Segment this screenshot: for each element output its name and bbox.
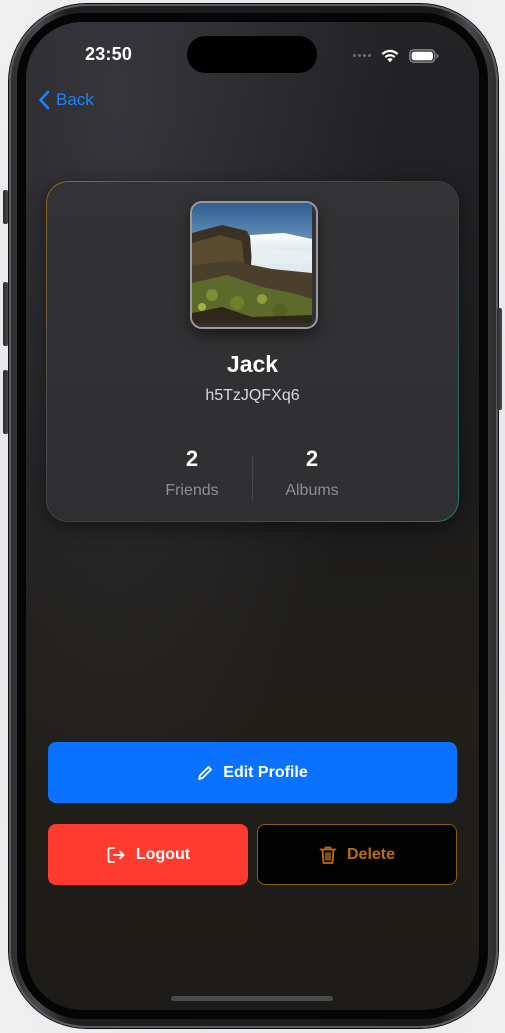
action-button <box>3 190 8 224</box>
stat-friends-label: Friends <box>165 482 219 499</box>
dynamic-island <box>187 36 317 73</box>
pencil-icon <box>198 765 213 780</box>
stat-albums-value: 2 <box>305 446 319 471</box>
app-screen: 23:50 Back Jack h5TzJQFXq6 2 Friends 2 A… <box>26 22 479 1010</box>
volume-up-button <box>3 282 8 346</box>
status-indicators <box>353 48 439 63</box>
cellular-signal-icon <box>353 54 371 57</box>
stat-albums[interactable]: 2 Albums <box>252 446 372 500</box>
stat-friends[interactable]: 2 Friends <box>132 446 252 500</box>
back-button[interactable]: Back <box>38 90 94 110</box>
edit-profile-label: Edit Profile <box>223 763 308 781</box>
profile-card: Jack h5TzJQFXq6 2 Friends 2 Albums <box>46 181 459 522</box>
logout-label: Logout <box>135 845 191 863</box>
back-button-label: Back <box>56 90 94 109</box>
battery-icon <box>409 48 439 63</box>
logout-icon <box>107 846 125 863</box>
profile-name: Jack <box>226 351 279 377</box>
avatar[interactable] <box>190 201 318 329</box>
delete-button[interactable]: Delete <box>257 824 457 885</box>
stat-albums-label: Albums <box>285 482 339 499</box>
waterfall-photo <box>192 203 312 323</box>
delete-label: Delete <box>346 845 396 863</box>
home-indicator[interactable] <box>171 996 333 1001</box>
volume-down-button <box>3 370 8 434</box>
phone-mockup: 23:50 Back Jack h5TzJQFXq6 2 Friends 2 A… <box>0 0 505 1033</box>
power-button <box>497 308 502 410</box>
trash-icon <box>319 846 337 864</box>
logout-button[interactable]: Logout <box>48 824 248 885</box>
wifi-icon <box>381 49 399 63</box>
edit-profile-button[interactable]: Edit Profile <box>48 742 457 803</box>
profile-handle: h5TzJQFXq6 <box>205 387 300 404</box>
status-time: 23:50 <box>85 44 133 64</box>
stat-friends-value: 2 <box>185 446 199 471</box>
chevron-left-icon <box>39 90 50 110</box>
